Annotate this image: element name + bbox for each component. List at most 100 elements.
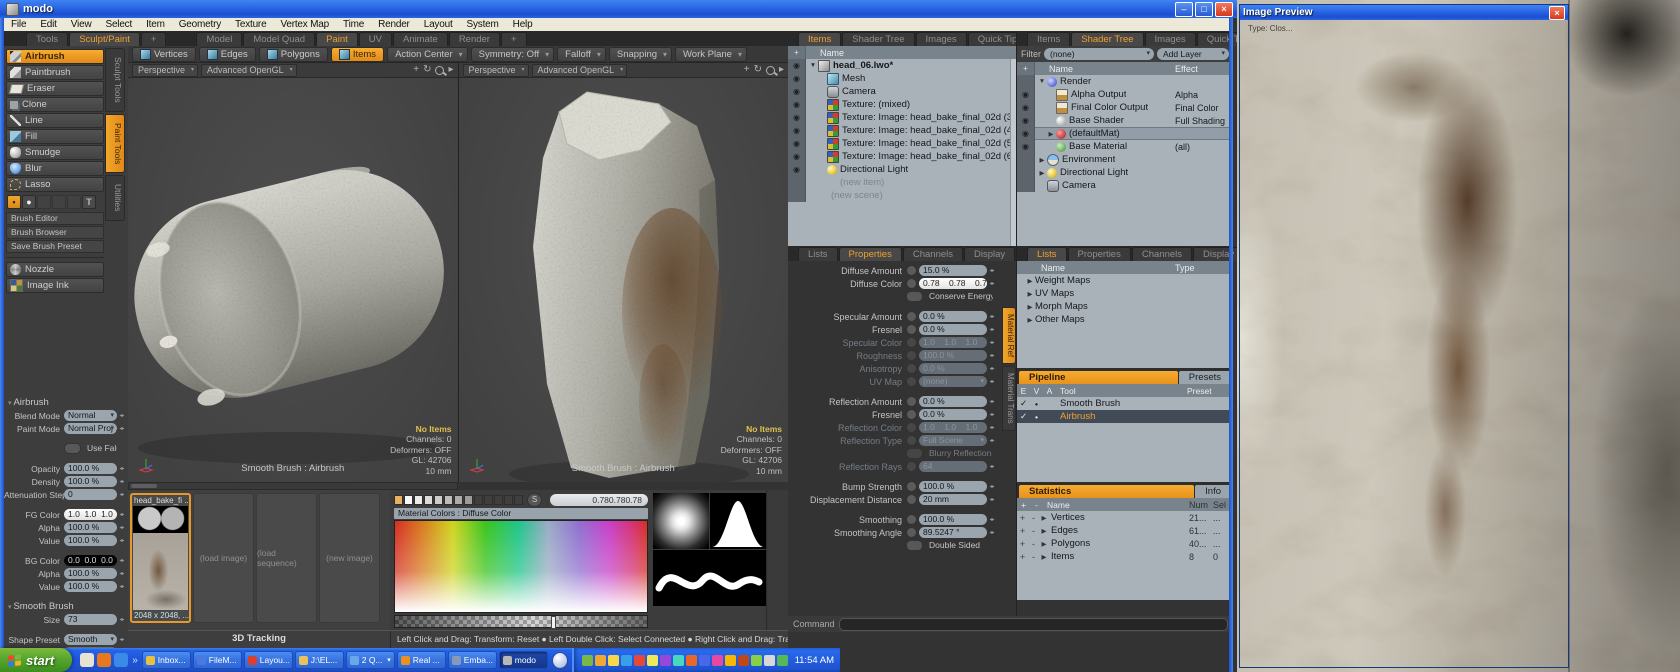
maximize-button[interactable] — [1195, 2, 1213, 17]
viewport-mode-dropdown[interactable]: Perspective — [132, 64, 198, 77]
scene-item-row[interactable]: Texture: Image: head_bake_final_02d (3) — [788, 111, 1016, 124]
slider-marker[interactable] — [551, 616, 556, 629]
panel-tab[interactable]: Info — [1195, 485, 1231, 498]
property-row[interactable]: Diffuse Color 0.78 0.78 0.78 — [790, 277, 1000, 290]
select-minus-button[interactable]: - — [1028, 539, 1039, 549]
property-row[interactable]: Displacement Distance 20 mm — [790, 493, 1000, 506]
eye-icon[interactable] — [788, 176, 806, 189]
select-minus-button[interactable]: - — [1028, 552, 1039, 562]
taskbar-button[interactable]: Real ... — [397, 651, 446, 669]
property-row[interactable]: Use Falloff — [4, 442, 126, 455]
color-swatch[interactable] — [514, 495, 523, 505]
property-row[interactable]: Specular Amount 0.0 % — [790, 310, 1000, 323]
scene-item-row[interactable]: Camera — [788, 85, 1016, 98]
start-button[interactable]: start — [0, 648, 72, 672]
mini-slider-icon[interactable] — [117, 583, 126, 590]
strip-scrollbar[interactable] — [766, 490, 788, 630]
channel-toggle[interactable] — [906, 527, 917, 538]
layout-tab[interactable]: Paint — [316, 32, 358, 46]
selection-mode-button[interactable]: Edges — [199, 47, 256, 62]
menu-item[interactable]: Geometry — [172, 19, 228, 30]
tray-icon[interactable] — [647, 655, 658, 666]
selection-mode-button[interactable]: Polygons — [259, 47, 328, 62]
property-field[interactable]: Smooth Brush — [4, 601, 126, 612]
tray-icon[interactable] — [582, 655, 593, 666]
mini-slider-icon[interactable] — [117, 636, 126, 643]
property-row[interactable]: Reflection Color 1.0 1.0 1.0 — [790, 421, 1000, 434]
property-field[interactable]: Normal — [64, 410, 117, 421]
color-swatch[interactable] — [464, 495, 473, 505]
layout-tab[interactable]: UV — [359, 32, 392, 46]
rotate-icon[interactable]: ↻ — [423, 64, 431, 76]
property-row[interactable]: Shape Preset Smooth — [4, 633, 126, 646]
eye-icon[interactable] — [788, 72, 806, 85]
mini-slider-icon[interactable] — [117, 511, 126, 518]
menu-item[interactable]: Item — [139, 19, 172, 30]
zoom-icon[interactable] — [435, 66, 444, 75]
channel-toggle[interactable] — [906, 396, 917, 407]
property-field[interactable]: 64 — [919, 461, 987, 472]
toolbar-dropdown[interactable]: Action Center — [387, 47, 468, 62]
color-swatch[interactable] — [434, 495, 443, 505]
mini-slider-icon[interactable] — [117, 491, 126, 498]
select-plus-button[interactable]: + — [1017, 552, 1028, 562]
select-plus-button[interactable]: + — [1017, 513, 1028, 523]
property-field[interactable]: 0.0 % — [919, 311, 987, 322]
mini-slider-icon[interactable] — [987, 398, 996, 405]
property-row[interactable]: Blend Mode Normal — [4, 409, 126, 422]
value-slider[interactable] — [394, 615, 648, 628]
property-field[interactable]: (none) — [919, 376, 987, 387]
color-swatch[interactable] — [484, 495, 493, 505]
mini-slider-icon[interactable] — [987, 483, 996, 490]
taskbar-button[interactable]: modo — [499, 651, 548, 669]
property-field[interactable]: 0.0 % — [919, 363, 987, 374]
channel-toggle[interactable] — [906, 324, 917, 335]
layout-tab[interactable]: Model — [196, 32, 242, 46]
scene-item-row[interactable]: Mesh — [788, 72, 1016, 85]
taskbar-button[interactable]: Emba... — [448, 651, 497, 669]
scene-item-row[interactable]: Texture: Image: head_bake_final_02d (5) — [788, 137, 1016, 150]
property-row[interactable]: BG Color 0.0 0.0 0.0 — [4, 554, 126, 567]
window-titlebar[interactable]: modo — [0, 0, 1237, 18]
menu-item[interactable]: Layout — [417, 19, 460, 30]
tray-icon[interactable] — [738, 655, 749, 666]
channel-toggle[interactable] — [906, 363, 917, 374]
shader-item-row[interactable]: Base Shader Full Shading — [1017, 114, 1233, 127]
mini-slider-icon[interactable] — [987, 267, 996, 274]
channel-toggle[interactable] — [906, 265, 917, 276]
property-field[interactable]: Blurry Reflection — [925, 448, 993, 459]
panel-tab[interactable]: Shader Tree — [1071, 32, 1143, 46]
expand-arrow-icon[interactable]: ▶ — [1025, 277, 1035, 285]
eye-icon[interactable] — [1017, 75, 1035, 88]
mini-slider-icon[interactable] — [987, 378, 996, 385]
channel-toggle[interactable] — [906, 376, 917, 387]
eye-icon[interactable] — [788, 137, 806, 150]
statistics-row[interactable]: + - ▶ Edges 61... ... — [1017, 524, 1233, 537]
mini-slider-icon[interactable] — [987, 326, 996, 333]
channel-toggle[interactable] — [906, 461, 917, 472]
mini-slider-icon[interactable] — [987, 437, 996, 444]
property-row[interactable]: UV Map (none) — [790, 375, 1000, 388]
scene-item-row[interactable]: Texture: Image: head_bake_final_02d (6) — [788, 150, 1016, 163]
menu-item[interactable]: Texture — [228, 19, 273, 30]
property-row[interactable]: Reflection Amount 0.0 % — [790, 395, 1000, 408]
channel-toggle[interactable] — [906, 494, 917, 505]
image-slot[interactable]: head_bake_fi ... 2048 x 2048, ... — [130, 493, 191, 623]
mini-slider-icon[interactable] — [987, 365, 996, 372]
close-button[interactable] — [1215, 2, 1233, 17]
tool-category-tab[interactable]: Utilities — [105, 175, 125, 220]
shader-item-row[interactable]: ▼ Render — [1017, 75, 1233, 88]
tray-icon[interactable] — [634, 655, 645, 666]
visible-dot-icon[interactable]: • — [1030, 399, 1043, 409]
image-slot[interactable]: (load sequence) — [256, 493, 317, 623]
viewport-left[interactable]: Perspective Advanced OpenGL + ↻ ▸ — [128, 63, 458, 482]
channel-toggle[interactable] — [906, 409, 917, 420]
channel-toggle[interactable] — [906, 540, 923, 551]
expand-arrow-icon[interactable]: ▶ — [1039, 553, 1049, 561]
property-field[interactable]: 0.78 0.78 0.78 — [919, 278, 987, 289]
color-value-field[interactable]: 0.780.780.78 — [550, 494, 648, 506]
taskbar-button[interactable]: J:\EL... — [295, 651, 344, 669]
tray-icon[interactable] — [595, 655, 606, 666]
property-row[interactable]: Smoothing Angle 89.5247 ° — [790, 526, 1000, 539]
panel-tab[interactable]: Properties — [1068, 247, 1131, 261]
